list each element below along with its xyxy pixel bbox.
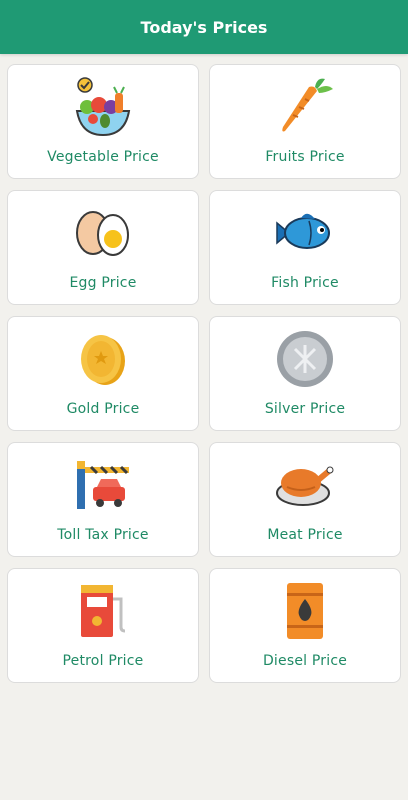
fruits-price-label: Fruits Price [265, 149, 345, 165]
gold-price-card[interactable]: Gold Price [7, 316, 199, 431]
silver-price-label: Silver Price [264, 401, 346, 417]
vegetable-price-card[interactable]: Vegetable Price [7, 64, 199, 179]
carrot-icon [273, 75, 337, 139]
price-category-grid: Vegetable Price Fruits Price Egg Price F… [0, 54, 408, 683]
meat-price-card[interactable]: Meat Price [209, 442, 401, 557]
app-bar: Today's Prices [0, 0, 408, 54]
vegetable-price-label: Vegetable Price [47, 149, 159, 165]
gold-price-label: Gold Price [66, 401, 140, 417]
egg-price-label: Egg Price [69, 275, 137, 291]
roast-chicken-icon [273, 453, 337, 517]
toll-tax-price-label: Toll Tax Price [57, 527, 149, 543]
gold-coin-icon [71, 327, 135, 391]
egg-price-card[interactable]: Egg Price [7, 190, 199, 305]
egg-icon [71, 201, 135, 265]
fuel-pump-icon [71, 579, 135, 643]
oil-barrel-icon [273, 579, 337, 643]
silver-coin-icon [273, 327, 337, 391]
fruits-price-card[interactable]: Fruits Price [209, 64, 401, 179]
meat-price-label: Meat Price [267, 527, 343, 543]
petrol-price-label: Petrol Price [62, 653, 144, 669]
fish-icon [273, 201, 337, 265]
fish-price-label: Fish Price [271, 275, 339, 291]
diesel-price-card[interactable]: Diesel Price [209, 568, 401, 683]
petrol-price-card[interactable]: Petrol Price [7, 568, 199, 683]
diesel-price-label: Diesel Price [262, 653, 348, 669]
silver-price-card[interactable]: Silver Price [209, 316, 401, 431]
toll-gate-icon [71, 453, 135, 517]
page-title: Today's Prices [140, 17, 268, 37]
vegetable-basket-icon [71, 75, 135, 139]
toll-tax-price-card[interactable]: Toll Tax Price [7, 442, 199, 557]
fish-price-card[interactable]: Fish Price [209, 190, 401, 305]
